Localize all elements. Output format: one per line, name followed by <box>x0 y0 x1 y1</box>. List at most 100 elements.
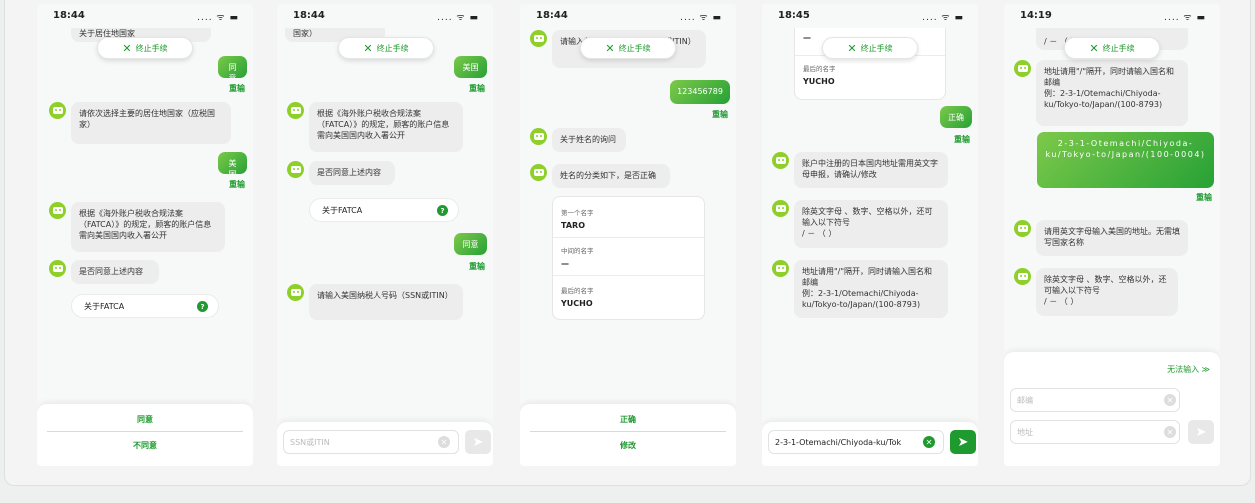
redo-link[interactable]: 重输 <box>469 83 485 94</box>
bot-bubble-ssn-request: 请输入美国纳税人号码（SSN或ITIN） <box>309 284 463 320</box>
phone-screen-5: 14:19 .... ᯤ ▬ / － （ ） ✕ 终止手续 地址请用"/"隔开，同… <box>1004 4 1220 466</box>
phone-screen-2: 18:44 .... ᯤ ▬ 国家） ✕ 终止手续 美国 重输 根据《海外账户税收… <box>277 4 493 466</box>
close-icon: ✕ <box>1089 41 1099 55</box>
abort-label: 终止手续 <box>860 43 893 53</box>
divider <box>530 431 726 432</box>
bot-avatar-icon <box>287 102 304 119</box>
bot-bubble-address-format: 地址请用"/"隔开，同时请输入国名和邮编 例：2-3-1/Otemachi/Ch… <box>1036 60 1188 126</box>
last-name-row: 最后的名字 YUCHO <box>561 285 696 308</box>
fatca-info-link[interactable]: 关于FATCA? <box>71 294 219 318</box>
choice-panel: 同意 不同意 <box>37 404 253 466</box>
input-panel: 2-3-1-Otemachi/Chiyoda-ku/Tok ✕ ➤ <box>762 422 978 466</box>
bot-avatar-icon <box>49 102 66 119</box>
bot-bubble-select-country: 请依次选择主要的居住地国家（应税国家） <box>71 102 231 144</box>
first-name-label: 第一个名字 <box>561 209 594 217</box>
signal-wifi-battery-icon: .... ᯤ ▬ <box>437 13 479 23</box>
abort-button[interactable]: ✕ 终止手续 <box>97 37 193 59</box>
name-card: 第一个名字 TARO 中间的名字 — 最后的名字 YUCHO <box>552 196 705 320</box>
phone-screen-4: 18:45 .... ᯤ ▬ — 最后的名字 YUCHO ✕ 终止手续 正确 重输… <box>762 4 978 466</box>
name-card: — 最后的名字 YUCHO <box>794 18 946 100</box>
divider <box>47 431 243 432</box>
address-input-panel: 无法输入 ≫ 邮编 ✕ 地址 ✕ ➤ <box>1004 352 1220 466</box>
abort-label: 终止手续 <box>1102 43 1135 53</box>
last-name-value: YUCHO <box>561 299 593 308</box>
agree-option[interactable]: 同意 <box>47 414 243 425</box>
user-bubble-ssn: 123456789 <box>670 80 730 104</box>
status-time: 18:44 <box>53 10 85 21</box>
disagree-option[interactable]: 不同意 <box>47 440 243 451</box>
clear-icon[interactable]: ✕ <box>438 436 450 448</box>
clear-icon[interactable]: ✕ <box>1164 426 1176 438</box>
user-bubble-agree: 同意 <box>454 233 487 255</box>
abort-button[interactable]: ✕ 终止手续 <box>1064 37 1160 59</box>
bot-bubble-us-address: 请用英文字母输入美国的地址。无需填写国家名称 <box>1036 220 1188 256</box>
first-name-value: TARO <box>561 221 585 230</box>
signal-wifi-battery-icon: .... ᯤ ▬ <box>197 13 239 23</box>
bot-avatar-icon <box>530 128 547 145</box>
status-bar: 18:44 .... ᯤ ▬ <box>37 4 253 28</box>
last-name-label: 最后的名字 <box>561 287 594 295</box>
abort-button[interactable]: ✕ 终止手续 <box>822 37 918 59</box>
input-panel: SSN或ITIN ✕ ➤ <box>277 422 493 466</box>
divider <box>553 275 704 276</box>
bot-bubble-confirm: 是否同意上述内容 <box>309 161 395 185</box>
first-name-row: 第一个名字 TARO <box>561 207 696 230</box>
middle-name-label: 中间的名字 <box>561 247 594 255</box>
bot-avatar-icon <box>287 161 304 178</box>
street-address-input[interactable]: 地址 <box>1010 420 1180 444</box>
status-bar: 18:45 .... ᯤ ▬ <box>762 4 978 28</box>
close-icon: ✕ <box>363 41 373 55</box>
status-time: 18:44 <box>293 10 325 21</box>
abort-button[interactable]: ✕ 终止手续 <box>338 37 434 59</box>
close-icon: ✕ <box>847 41 857 55</box>
bot-avatar-icon <box>772 200 789 217</box>
phone-screen-3: 18:44 .... ᯤ ▬ 请输入美国纳税人号码（SSN或ITIN） ✕终止手… <box>520 4 736 466</box>
divider <box>553 237 704 238</box>
last-name-row: 最后的名字 YUCHO <box>803 63 937 86</box>
send-button[interactable]: ➤ <box>950 430 976 454</box>
address-input[interactable]: 2-3-1-Otemachi/Chiyoda-ku/Tok <box>768 430 944 454</box>
redo-link[interactable]: 重输 <box>1196 192 1212 203</box>
redo-link[interactable]: 重输 <box>954 134 970 145</box>
middle-name-value: — <box>561 259 569 268</box>
cannot-input-link[interactable]: 无法输入 ≫ <box>1167 364 1210 375</box>
user-bubble-correct: 正确 <box>940 106 972 128</box>
redo-link[interactable]: 重输 <box>469 261 485 272</box>
send-button[interactable]: ➤ <box>1188 420 1214 444</box>
status-bar: 18:44 .... ᯤ ▬ <box>277 4 493 28</box>
bot-avatar-icon <box>49 202 66 219</box>
fatca-info-link[interactable]: 关于FATCA? <box>309 198 459 222</box>
redo-link[interactable]: 重输 <box>229 179 245 190</box>
last-name-value: YUCHO <box>803 77 835 86</box>
correct-option[interactable]: 正确 <box>530 414 726 425</box>
signal-wifi-battery-icon: .... ᯤ ▬ <box>922 13 964 23</box>
redo-link[interactable]: 重输 <box>712 109 728 120</box>
bot-bubble-name-inquiry: 关于姓名的询问 <box>552 128 626 152</box>
user-bubble-usa: 美国 <box>218 152 247 174</box>
status-time: 18:44 <box>536 10 568 21</box>
modify-option[interactable]: 修改 <box>530 440 726 451</box>
user-bubble-address: 2-3-1-Otemachi/Chiyoda-ku/Tokyo-to/Japan… <box>1037 132 1214 188</box>
bot-bubble-allowed-chars: 除英文字母 、数字、空格以外，还可输入以下符号 / － （ ） <box>794 200 948 248</box>
close-icon: ✕ <box>122 41 132 55</box>
bot-bubble-allowed-chars: 除英文字母 、数字、空格以外，还可输入以下符号 / － （ ） <box>1036 268 1178 316</box>
redo-link[interactable]: 重输 <box>229 83 245 94</box>
signal-wifi-battery-icon: .... ᯤ ▬ <box>1164 13 1206 23</box>
abort-button[interactable]: ✕ 终止手续 <box>580 37 676 59</box>
send-button[interactable]: ➤ <box>465 430 491 454</box>
last-name-label: 最后的名字 <box>803 65 836 73</box>
abort-label: 终止手续 <box>376 43 409 53</box>
clear-icon[interactable]: ✕ <box>923 436 935 448</box>
bot-avatar-icon <box>1014 268 1031 285</box>
close-icon: ✕ <box>605 41 615 55</box>
ssn-input[interactable]: SSN或ITIN <box>283 430 459 454</box>
bot-avatar-icon <box>1014 60 1031 77</box>
status-bar: 14:19 .... ᯤ ▬ <box>1004 4 1220 28</box>
bot-avatar-icon <box>530 164 547 181</box>
help-icon: ? <box>437 205 448 216</box>
bot-avatar-icon <box>530 30 547 47</box>
postal-code-input[interactable]: 邮编 <box>1010 388 1180 412</box>
status-time: 18:45 <box>778 10 810 21</box>
clear-icon[interactable]: ✕ <box>1164 394 1176 406</box>
choice-panel: 正确 修改 <box>520 404 736 466</box>
